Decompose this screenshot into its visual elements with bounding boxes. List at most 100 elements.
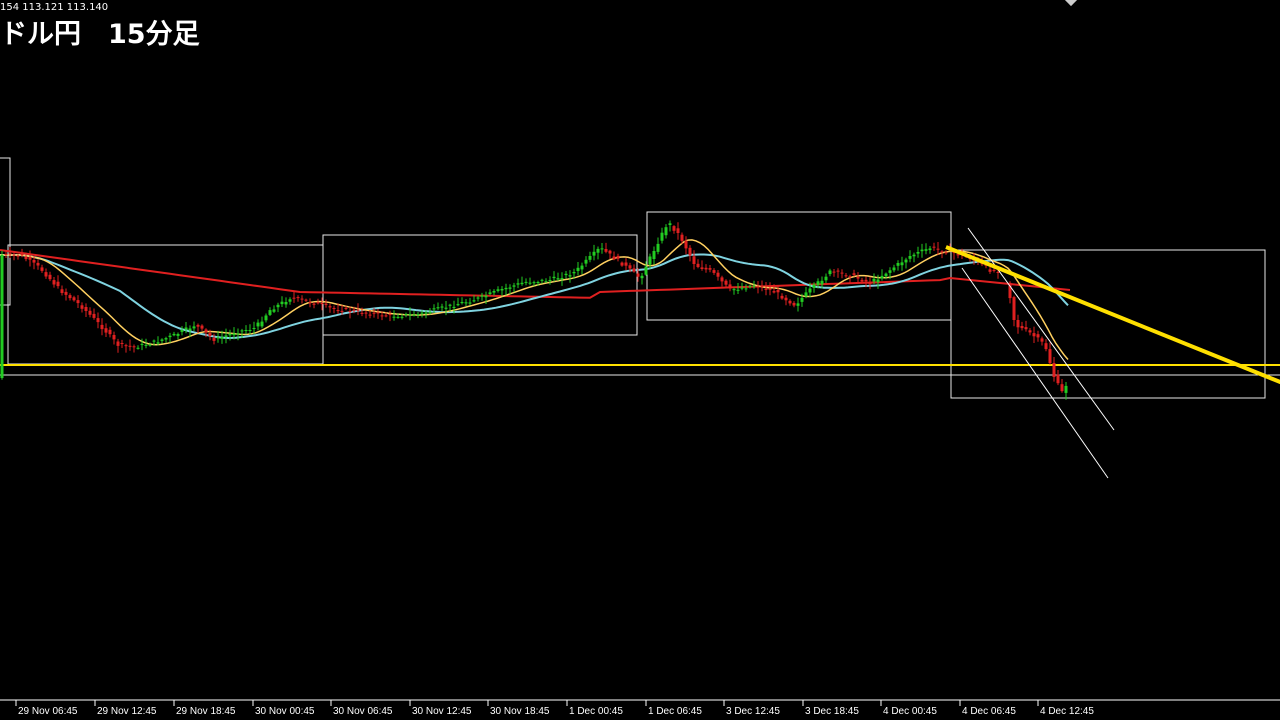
candle-body bbox=[284, 302, 288, 305]
x-tick-label: 30 Nov 00:45 bbox=[255, 706, 315, 717]
candle-body bbox=[60, 289, 64, 293]
candle-body bbox=[24, 256, 28, 260]
candle-body bbox=[120, 343, 124, 344]
candle-body bbox=[520, 282, 524, 285]
candle-body bbox=[212, 337, 216, 341]
candle-body bbox=[588, 256, 592, 260]
candle-body bbox=[196, 324, 200, 327]
price-chart[interactable]: 29 Nov 06:45 29 Nov 12:45 29 Nov 18:45 30 N… bbox=[0, 0, 1280, 720]
channel-lower bbox=[961, 267, 1109, 479]
candle-body bbox=[208, 333, 212, 336]
candle-body bbox=[528, 282, 532, 284]
candle-body bbox=[16, 255, 20, 257]
candle-body bbox=[32, 260, 36, 263]
candle-body bbox=[360, 312, 364, 314]
candle-body bbox=[548, 280, 552, 281]
candle-body bbox=[716, 272, 720, 277]
candle-body bbox=[228, 333, 232, 336]
candle-body bbox=[524, 281, 528, 283]
candle-body bbox=[788, 300, 792, 304]
candle-body bbox=[20, 253, 24, 256]
candle-body bbox=[644, 266, 648, 275]
candle-body bbox=[484, 295, 488, 298]
candle-body bbox=[464, 302, 468, 304]
candle-body bbox=[876, 279, 880, 283]
candle-body bbox=[68, 295, 72, 299]
candle-body bbox=[100, 324, 104, 330]
candle-body bbox=[692, 256, 696, 264]
candle-body bbox=[600, 248, 604, 250]
candle-body bbox=[916, 252, 920, 254]
candle-body bbox=[340, 310, 344, 312]
candle-body bbox=[1056, 374, 1060, 384]
candle-body bbox=[880, 275, 884, 279]
candle-body bbox=[848, 276, 852, 278]
candle-body bbox=[48, 274, 52, 280]
candle-body bbox=[804, 292, 808, 297]
candle-body bbox=[156, 342, 160, 344]
candle-body bbox=[816, 281, 820, 285]
candle-body bbox=[640, 275, 644, 279]
candle-body bbox=[1032, 333, 1036, 337]
candle-body bbox=[144, 344, 148, 346]
chart-area[interactable]: 29 Nov 06:45 29 Nov 12:45 29 Nov 18:45 30 N… bbox=[0, 0, 1280, 720]
candle-body bbox=[832, 271, 836, 273]
candle-body bbox=[908, 256, 912, 259]
candle-body bbox=[280, 301, 284, 305]
candle-body bbox=[332, 308, 336, 309]
candle-body bbox=[180, 329, 184, 332]
x-tick-label: 3 Dec 12:45 bbox=[726, 706, 780, 717]
candle-body bbox=[736, 289, 740, 291]
candle-body bbox=[488, 292, 492, 294]
candle-body bbox=[316, 302, 320, 304]
candle-body bbox=[620, 262, 624, 266]
candle-body bbox=[856, 276, 860, 279]
candle-body bbox=[192, 326, 196, 329]
candle-body bbox=[432, 308, 436, 310]
x-tick-label: 29 Nov 18:45 bbox=[176, 706, 236, 717]
candle-body bbox=[912, 254, 916, 257]
candle-body bbox=[888, 270, 892, 273]
candle-body bbox=[308, 302, 312, 304]
candle-body bbox=[1064, 385, 1068, 393]
x-axis: 29 Nov 06:45 29 Nov 12:45 29 Nov 18:45 30 N… bbox=[0, 699, 1280, 717]
candle-body bbox=[504, 287, 508, 290]
candle-body bbox=[256, 322, 260, 327]
candle-body bbox=[500, 289, 504, 291]
candle-body bbox=[384, 315, 388, 317]
candle-body bbox=[388, 314, 392, 315]
candle-body bbox=[808, 288, 812, 293]
candle-body bbox=[680, 234, 684, 241]
candle-body bbox=[928, 248, 932, 251]
candle-body bbox=[92, 313, 96, 318]
candle-body bbox=[164, 338, 168, 340]
candle-body bbox=[456, 304, 460, 306]
candle-body bbox=[300, 298, 304, 300]
candle-body bbox=[820, 280, 824, 285]
candle-body bbox=[440, 306, 444, 308]
candle-body bbox=[472, 300, 476, 302]
candle-body bbox=[612, 256, 616, 260]
candle-body bbox=[572, 272, 576, 274]
candle-body bbox=[624, 262, 628, 266]
candle-body bbox=[996, 272, 1000, 273]
candle-body bbox=[216, 337, 220, 339]
candle-body bbox=[760, 285, 764, 287]
candle-body bbox=[568, 275, 572, 277]
chart-title: ドル円 15分足 bbox=[0, 19, 200, 50]
candle-body bbox=[404, 313, 408, 315]
candle-body bbox=[684, 240, 688, 249]
x-tick-label: 30 Nov 06:45 bbox=[333, 706, 393, 717]
candle-body bbox=[140, 343, 144, 345]
candle-body bbox=[536, 282, 540, 283]
candle-body bbox=[712, 270, 716, 273]
candle-body bbox=[656, 243, 660, 252]
candle-body bbox=[664, 227, 668, 236]
candle-body bbox=[668, 223, 672, 225]
candle-body bbox=[720, 277, 724, 282]
candle-body bbox=[364, 312, 368, 314]
range-boxes bbox=[0, 157, 1266, 399]
candle-body bbox=[596, 248, 600, 253]
candle-body bbox=[900, 262, 904, 266]
candle-body bbox=[0, 255, 4, 378]
